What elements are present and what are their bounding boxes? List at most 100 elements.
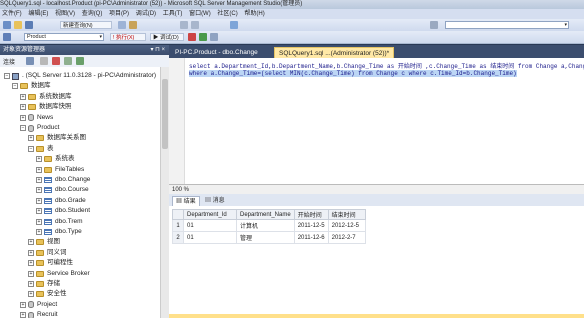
refresh-icon[interactable] — [76, 57, 84, 65]
tree-node[interactable]: + Recruit — [20, 310, 58, 318]
table-row[interactable]: 1 01 计算机 2011-12-5 2012-12-5 — [172, 219, 366, 232]
expand-icon[interactable]: + — [20, 301, 26, 308]
expand-icon[interactable]: + — [36, 177, 42, 183]
tree-node[interactable]: + 视图 — [28, 237, 60, 247]
table-cell[interactable]: 管理 — [236, 231, 295, 244]
tab-dbo-change[interactable]: PI-PC.Product - dbo.Change — [171, 47, 262, 58]
collapse-icon[interactable]: − — [20, 125, 26, 131]
tab-results[interactable]: ▦ 结果 — [172, 196, 200, 206]
tree-node[interactable]: + 存储 — [28, 279, 60, 289]
new-query-button[interactable]: 新建查询(N) — [60, 21, 112, 29]
tree-node[interactable]: + Service Broker — [28, 269, 90, 279]
query-editor[interactable]: select a.Department_Id,b.Department_Name… — [169, 58, 584, 184]
zoom-level[interactable]: 100 % — [172, 187, 189, 193]
parse-icon[interactable] — [199, 33, 207, 41]
collapse-icon[interactable]: − — [28, 145, 34, 152]
table-cell[interactable]: 2012-2-7 — [327, 231, 366, 244]
menu-tools[interactable]: 工具(T) — [163, 11, 183, 17]
menu-debug[interactable]: 调试(D) — [136, 11, 156, 17]
tree-node[interactable]: + dbo.Type — [36, 227, 82, 237]
menu-project[interactable]: 项目(P) — [109, 11, 129, 17]
table-cell[interactable]: 2012-12-5 — [327, 219, 366, 232]
menu-edit[interactable]: 编辑(E) — [28, 11, 48, 17]
tree-node[interactable]: + dbo.Student — [36, 206, 90, 216]
expand-icon[interactable]: + — [36, 187, 42, 194]
tree-node[interactable]: + 可编程性 — [28, 258, 73, 268]
tree-node[interactable]: − . (SQL Server 11.0.3128 - pi-PC\Adminis… — [4, 71, 156, 81]
collapse-icon[interactable]: − — [4, 73, 10, 79]
collapse-icon[interactable]: − — [12, 83, 18, 90]
corner-cell[interactable] — [172, 209, 184, 220]
connect-object-icon[interactable] — [26, 57, 34, 65]
tree-node[interactable]: + FileTables — [36, 165, 84, 175]
expand-icon[interactable]: + — [36, 166, 42, 173]
table-cell[interactable]: 01 — [183, 231, 237, 244]
menu-view[interactable]: 视图(V) — [55, 11, 75, 17]
tree-node[interactable]: + 同义词 — [28, 248, 67, 258]
expand-icon[interactable]: + — [36, 197, 42, 204]
column-header[interactable]: Department_Id — [183, 209, 237, 220]
column-header[interactable]: 结束时间 — [327, 209, 366, 220]
expand-icon[interactable]: + — [28, 270, 34, 277]
tree-node[interactable]: + 安全性 — [28, 289, 67, 299]
back-icon[interactable] — [3, 21, 11, 29]
tree-node[interactable]: − 数据库 — [12, 81, 51, 91]
analysis-query-icon[interactable] — [129, 21, 137, 29]
table-cell[interactable]: 01 — [183, 219, 237, 232]
table-cell[interactable]: 2011-12-5 — [293, 219, 329, 232]
filter-icon[interactable] — [64, 57, 72, 65]
expand-icon[interactable]: + — [28, 135, 34, 142]
expand-icon[interactable]: + — [28, 281, 34, 287]
expand-icon[interactable]: + — [36, 229, 42, 235]
scrollbar-thumb[interactable] — [162, 79, 168, 149]
menu-community[interactable]: 社区(C) — [217, 11, 237, 17]
tree-node[interactable]: + dbo.Grade — [36, 196, 86, 206]
tree-node[interactable]: + dbo.Change — [36, 175, 90, 185]
expand-icon[interactable]: + — [28, 249, 34, 256]
column-header[interactable]: 开始时间 — [293, 209, 329, 220]
expand-icon[interactable]: + — [36, 156, 42, 163]
row-number[interactable]: 2 — [172, 231, 184, 244]
disconnect-icon[interactable] — [40, 57, 48, 65]
database-engine-query-icon[interactable] — [118, 21, 126, 29]
expand-icon[interactable]: + — [20, 114, 26, 121]
tree-node[interactable]: − 表 — [28, 144, 54, 154]
redo-icon[interactable] — [191, 21, 199, 29]
connect-button[interactable]: 连接 — [3, 57, 15, 66]
expand-icon[interactable]: + — [36, 218, 42, 225]
stop-icon[interactable] — [52, 57, 60, 65]
results-to-grid-icon[interactable] — [210, 33, 218, 41]
stop-icon[interactable] — [188, 33, 196, 41]
table-cell[interactable]: 计算机 — [236, 219, 295, 232]
object-explorer-icon[interactable] — [230, 21, 238, 29]
column-header[interactable]: Department_Name — [236, 209, 295, 220]
table-cell[interactable]: 2011-12-6 — [293, 231, 329, 244]
execute-button[interactable]: ! 执行(X) — [110, 33, 146, 41]
code-line-2[interactable]: where a.Change_Time=(select MIN(c.Change… — [189, 70, 517, 77]
tree-node[interactable]: − Product — [20, 123, 59, 133]
tree-node[interactable]: + 系统数据库 — [20, 92, 72, 102]
tree-node[interactable]: + Project — [20, 300, 57, 310]
expand-icon[interactable]: + — [20, 312, 26, 318]
database-select[interactable]: Product ▾ — [24, 33, 104, 41]
table-row[interactable]: 2 01 管理 2011-12-6 2012-2-7 — [172, 231, 366, 244]
menu-window[interactable]: 窗口(W) — [189, 11, 211, 17]
tree-node[interactable]: + dbo.Trem — [36, 217, 83, 227]
tab-messages[interactable]: ▤ 消息 — [202, 196, 228, 206]
tree-node[interactable]: + dbo.Course — [36, 185, 89, 195]
connect-icon[interactable] — [3, 33, 11, 41]
menu-help[interactable]: 帮助(H) — [244, 11, 264, 17]
undo-icon[interactable] — [180, 21, 188, 29]
tree-node[interactable]: + 数据库关系图 — [28, 133, 86, 143]
expand-icon[interactable]: + — [20, 104, 26, 111]
expand-icon[interactable]: + — [28, 291, 34, 298]
expand-icon[interactable]: + — [36, 208, 42, 215]
tree-scrollbar[interactable] — [160, 67, 169, 318]
expand-icon[interactable]: + — [28, 260, 34, 267]
debug-button[interactable]: ▶ 调试(D) — [150, 33, 184, 41]
code-line-1[interactable]: select a.Department_Id,b.Department_Name… — [189, 61, 584, 70]
row-number[interactable]: 1 — [172, 219, 184, 232]
pane-controls-icon[interactable]: ▾ ⊓ × — [150, 45, 165, 55]
tree-node[interactable]: + News — [20, 113, 53, 123]
expand-icon[interactable]: + — [28, 239, 34, 246]
